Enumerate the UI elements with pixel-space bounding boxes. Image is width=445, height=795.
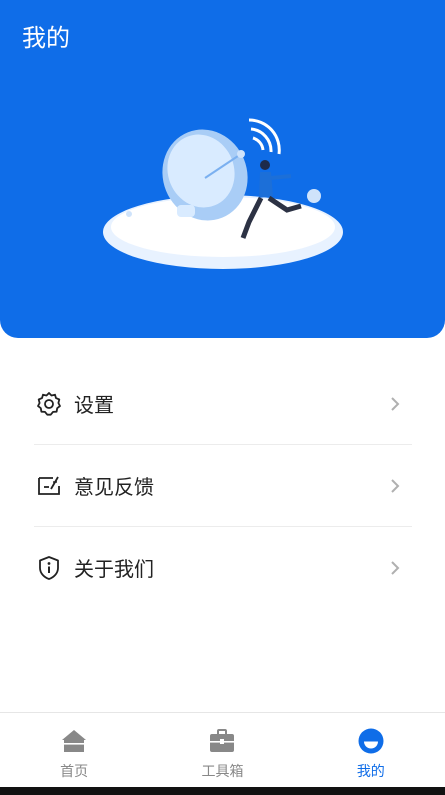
system-bottom-bar [0, 787, 445, 795]
bottom-tab-bar: 首页 工具箱 我的 [0, 712, 445, 788]
menu-item-label: 意见反馈 [74, 475, 154, 499]
info-shield-icon [36, 555, 62, 581]
menu-item-about[interactable]: 关于我们 [34, 527, 412, 608]
profile-icon [358, 728, 384, 754]
menu-item-label: 关于我们 [74, 557, 154, 581]
menu-item-label: 设置 [74, 393, 114, 417]
tab-label: 首页 [60, 764, 89, 780]
profile-header: 我的 [0, 0, 445, 338]
page-title: 我的 [22, 24, 70, 52]
toolbox-icon [210, 729, 235, 752]
feedback-icon [36, 473, 62, 499]
tab-profile[interactable]: 我的 [297, 713, 445, 788]
menu-item-feedback[interactable]: 意见反馈 [34, 445, 412, 527]
satellite-dish-illustration [103, 118, 343, 269]
chevron-right-icon [391, 396, 400, 411]
tab-home[interactable]: 首页 [0, 713, 148, 788]
chevron-right-icon [391, 478, 400, 493]
menu-item-settings[interactable]: 设置 [34, 363, 412, 445]
tab-toolbox[interactable]: 工具箱 [148, 713, 296, 788]
tab-label: 我的 [356, 764, 385, 780]
home-icon [62, 730, 87, 752]
tab-label: 工具箱 [201, 764, 244, 780]
chevron-right-icon [391, 560, 400, 575]
profile-menu: 设置 意见反馈 关于我们 [34, 363, 412, 608]
gear-icon [36, 391, 62, 417]
